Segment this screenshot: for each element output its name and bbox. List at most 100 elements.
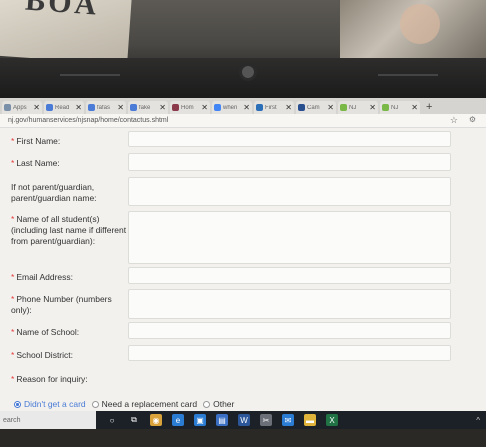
field-label-text: School District: xyxy=(16,350,73,360)
field-label: * Last Name: xyxy=(11,158,129,169)
field-label-text: Name of School: xyxy=(16,327,80,337)
tab-title: Apps xyxy=(13,104,27,111)
required-asterisk: * xyxy=(11,214,15,224)
reason-label: * Reason for inquiry: xyxy=(11,374,129,385)
chrome-icon[interactable]: ◉ xyxy=(150,414,162,426)
field-label: * First Name: xyxy=(11,136,129,147)
windows-taskbar: earch ○ ⧉ ◉ e ▣ ▤ W ✂ ✉ ▬ X ^ xyxy=(0,411,486,429)
browser-tab[interactable]: Read ✕ xyxy=(44,101,84,114)
browser-tab[interactable]: First ✕ xyxy=(254,101,294,114)
browser-tab[interactable]: when ✕ xyxy=(212,101,252,114)
tab-title: NJ xyxy=(349,104,357,111)
extension-icon[interactable]: ⚙ xyxy=(469,115,476,124)
field-label: * Phone Number (numbers only): xyxy=(11,294,129,316)
tab-title: NJ xyxy=(391,104,399,111)
text-input[interactable] xyxy=(128,289,451,319)
laptop-bezel xyxy=(0,58,486,98)
tab-title: when xyxy=(223,104,238,111)
field-label: * Email Address: xyxy=(11,272,129,283)
tab-close-icon[interactable]: ✕ xyxy=(33,103,40,112)
text-input[interactable] xyxy=(128,345,451,361)
field-label-text: Name of all student(s) (including last n… xyxy=(11,214,127,246)
photos-icon[interactable]: ▤ xyxy=(216,414,228,426)
reason-option-label: Didn't get a card xyxy=(24,399,86,409)
tab-close-icon[interactable]: ✕ xyxy=(327,103,334,112)
tab-close-icon[interactable]: ✕ xyxy=(243,103,250,112)
tab-close-icon[interactable]: ✕ xyxy=(159,103,166,112)
reason-option[interactable]: Didn't get a card xyxy=(14,399,86,409)
radio-button[interactable] xyxy=(14,400,21,408)
word-icon[interactable]: W xyxy=(238,414,250,426)
url-text: nj.gov/humanservices/njsnap/home/contact… xyxy=(8,117,169,124)
required-asterisk: * xyxy=(11,158,15,168)
tab-favicon-icon xyxy=(130,104,137,111)
photo-frame xyxy=(340,0,486,62)
tab-favicon-icon xyxy=(46,104,53,111)
field-label: * Name of all student(s) (including last … xyxy=(11,214,129,247)
reason-label-text: Reason for inquiry: xyxy=(16,374,88,384)
mail-icon[interactable]: ✉ xyxy=(282,414,294,426)
required-asterisk: * xyxy=(11,136,15,146)
tab-bar: Apps ✕ Read ✕ fafas ✕ fake ✕ Hom ✕ when ✕ First ✕ Cam ✕… xyxy=(0,98,486,114)
reason-option[interactable]: Other xyxy=(203,399,234,409)
browser-tab[interactable]: Apps ✕ xyxy=(2,101,42,114)
field-label-text: Last Name: xyxy=(16,158,60,168)
taskbar-search-box[interactable]: earch xyxy=(0,411,96,429)
tab-favicon-icon xyxy=(172,104,179,111)
tab-title: fake xyxy=(139,104,151,111)
tab-close-icon[interactable]: ✕ xyxy=(117,103,124,112)
tab-close-icon[interactable]: ✕ xyxy=(285,103,292,112)
text-input[interactable] xyxy=(128,267,451,284)
tab-favicon-icon xyxy=(382,104,389,111)
store-icon[interactable]: ▣ xyxy=(194,414,206,426)
tab-close-icon[interactable]: ✕ xyxy=(75,103,82,112)
browser-tab[interactable]: Hom ✕ xyxy=(170,101,210,114)
tab-title: fafas xyxy=(97,104,111,111)
tab-title: Hom xyxy=(181,104,194,111)
new-tab-icon[interactable]: + xyxy=(426,101,432,113)
text-input[interactable] xyxy=(128,153,451,171)
text-input[interactable] xyxy=(128,131,451,147)
browser-window: Apps ✕ Read ✕ fafas ✕ fake ✕ Hom ✕ when ✕ First ✕ Cam ✕… xyxy=(0,98,486,447)
browser-tab[interactable]: Cam ✕ xyxy=(296,101,336,114)
windows-icon[interactable]: ○ xyxy=(106,414,118,426)
paper-sheet: BOA xyxy=(0,0,133,65)
tab-close-icon[interactable]: ✕ xyxy=(369,103,376,112)
radio-button[interactable] xyxy=(203,400,211,408)
text-input[interactable] xyxy=(128,322,451,339)
required-asterisk: * xyxy=(11,294,15,304)
field-label-text: If not parent/guardian, parent/guardian … xyxy=(11,182,97,203)
browser-tab[interactable]: fake ✕ xyxy=(128,101,168,114)
field-label-text: Phone Number (numbers only): xyxy=(11,294,112,315)
required-asterisk: * xyxy=(11,350,15,360)
excel-icon[interactable]: X xyxy=(326,414,338,426)
tab-favicon-icon xyxy=(88,104,95,111)
tab-title: Read xyxy=(55,104,70,111)
address-bar[interactable]: nj.gov/humanservices/njsnap/home/contact… xyxy=(0,114,486,128)
tab-favicon-icon xyxy=(256,104,263,111)
browser-tab[interactable]: NJ ✕ xyxy=(380,101,420,114)
paper-text: BOA xyxy=(24,0,101,22)
tray-chevron-icon[interactable]: ^ xyxy=(476,416,480,425)
bookmark-star-icon[interactable]: ☆ xyxy=(450,115,458,126)
laptop-body xyxy=(0,429,486,447)
tab-close-icon[interactable]: ✕ xyxy=(411,103,418,112)
edge-icon[interactable]: e xyxy=(172,414,184,426)
browser-tab[interactable]: fafas ✕ xyxy=(86,101,126,114)
browser-tab[interactable]: NJ ✕ xyxy=(338,101,378,114)
required-asterisk: * xyxy=(11,272,15,282)
radio-button[interactable] xyxy=(91,400,99,408)
tab-close-icon[interactable]: ✕ xyxy=(201,103,208,112)
required-asterisk: * xyxy=(11,374,15,384)
field-label-text: First Name: xyxy=(16,136,61,146)
field-label-text: Email Address: xyxy=(16,272,74,282)
tab-favicon-icon xyxy=(4,104,11,111)
text-input[interactable] xyxy=(128,177,451,206)
tab-favicon-icon xyxy=(340,104,347,111)
snip-icon[interactable]: ✂ xyxy=(260,414,272,426)
folder-icon[interactable]: ▬ xyxy=(304,414,316,426)
reason-option[interactable]: Need a replacement card xyxy=(91,399,197,409)
text-input[interactable] xyxy=(128,211,451,264)
required-asterisk: * xyxy=(11,327,15,337)
task-view-icon[interactable]: ⧉ xyxy=(128,414,140,426)
